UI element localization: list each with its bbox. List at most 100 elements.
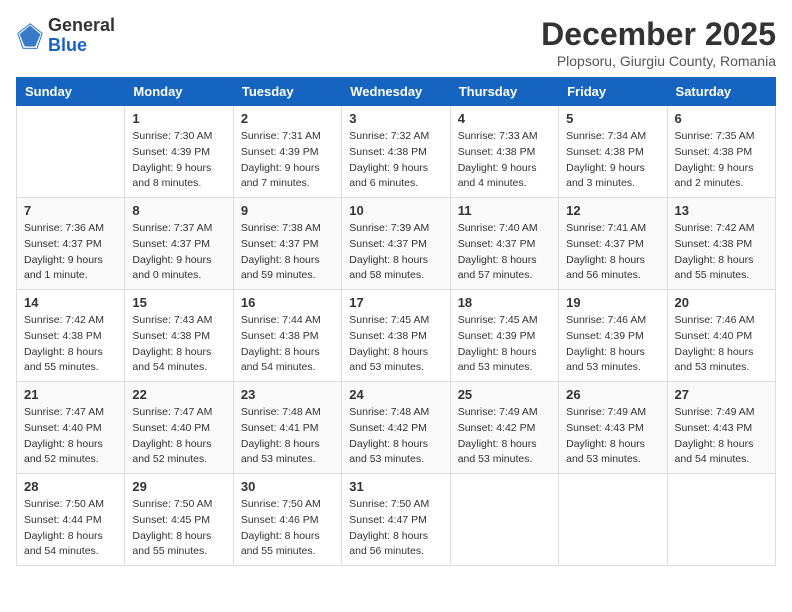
week-row-2: 7 Sunrise: 7:36 AMSunset: 4:37 PMDaylight… [17, 198, 776, 290]
day-number: 18 [458, 295, 551, 310]
day-info: Sunrise: 7:38 AMSunset: 4:37 PMDaylight:… [241, 221, 334, 284]
logo: General Blue [16, 16, 115, 56]
day-info: Sunrise: 7:46 AMSunset: 4:39 PMDaylight:… [566, 313, 659, 376]
weekday-header-saturday: Saturday [667, 78, 775, 106]
day-cell: 30Sunrise: 7:50 AMSunset: 4:46 PMDayligh… [233, 474, 341, 566]
day-number: 19 [566, 295, 659, 310]
day-cell: 6 Sunrise: 7:35 AMSunset: 4:38 PMDaylight… [667, 106, 775, 198]
day-info: Sunrise: 7:50 AMSunset: 4:44 PMDaylight:… [24, 497, 117, 560]
weekday-header-tuesday: Tuesday [233, 78, 341, 106]
day-number: 20 [675, 295, 768, 310]
page-header: General Blue December 2025 Plopsoru, Giu… [16, 16, 776, 69]
day-cell: 27Sunrise: 7:49 AMSunset: 4:43 PMDayligh… [667, 382, 775, 474]
day-number: 17 [349, 295, 442, 310]
day-number: 26 [566, 387, 659, 402]
day-number: 9 [241, 203, 334, 218]
logo-blue-text: Blue [48, 35, 87, 55]
day-number: 15 [132, 295, 225, 310]
day-info: Sunrise: 7:32 AMSunset: 4:38 PMDaylight:… [349, 129, 442, 192]
weekday-header-friday: Friday [559, 78, 667, 106]
day-number: 28 [24, 479, 117, 494]
day-number: 5 [566, 111, 659, 126]
day-info: Sunrise: 7:41 AMSunset: 4:37 PMDaylight:… [566, 221, 659, 284]
week-row-1: 1 Sunrise: 7:30 AMSunset: 4:39 PMDaylight… [17, 106, 776, 198]
day-info: Sunrise: 7:45 AMSunset: 4:39 PMDaylight:… [458, 313, 551, 376]
weekday-header-sunday: Sunday [17, 78, 125, 106]
day-info: Sunrise: 7:49 AMSunset: 4:42 PMDaylight:… [458, 405, 551, 468]
location-subtitle: Plopsoru, Giurgiu County, Romania [541, 53, 776, 69]
day-info: Sunrise: 7:43 AMSunset: 4:38 PMDaylight:… [132, 313, 225, 376]
title-block: December 2025 Plopsoru, Giurgiu County, … [541, 16, 776, 69]
day-cell: 9 Sunrise: 7:38 AMSunset: 4:37 PMDaylight… [233, 198, 341, 290]
day-number: 3 [349, 111, 442, 126]
day-cell: 31 Sunrise: 7:50 AMSunset: 4:47 PMDayligh… [342, 474, 450, 566]
day-cell: 10 Sunrise: 7:39 AMSunset: 4:37 PMDayligh… [342, 198, 450, 290]
day-cell: 21 Sunrise: 7:47 AMSunset: 4:40 PMDayligh… [17, 382, 125, 474]
day-cell: 20 Sunrise: 7:46 AMSunset: 4:40 PMDayligh… [667, 290, 775, 382]
day-info: Sunrise: 7:34 AMSunset: 4:38 PMDaylight:… [566, 129, 659, 192]
day-info: Sunrise: 7:47 AMSunset: 4:40 PMDaylight:… [132, 405, 225, 468]
day-info: Sunrise: 7:35 AMSunset: 4:38 PMDaylight:… [675, 129, 768, 192]
month-year-title: December 2025 [541, 16, 776, 53]
week-row-5: 28 Sunrise: 7:50 AMSunset: 4:44 PMDayligh… [17, 474, 776, 566]
day-cell: 23Sunrise: 7:48 AMSunset: 4:41 PMDayligh… [233, 382, 341, 474]
day-info: Sunrise: 7:33 AMSunset: 4:38 PMDaylight:… [458, 129, 551, 192]
day-cell: 14Sunrise: 7:42 AMSunset: 4:38 PMDayligh… [17, 290, 125, 382]
day-number: 7 [24, 203, 117, 218]
weekday-header-thursday: Thursday [450, 78, 558, 106]
day-cell [17, 106, 125, 198]
week-row-4: 21 Sunrise: 7:47 AMSunset: 4:40 PMDayligh… [17, 382, 776, 474]
calendar-table: SundayMondayTuesdayWednesdayThursdayFrid… [16, 77, 776, 566]
day-info: Sunrise: 7:49 AMSunset: 4:43 PMDaylight:… [675, 405, 768, 468]
day-cell: 24Sunrise: 7:48 AMSunset: 4:42 PMDayligh… [342, 382, 450, 474]
logo-general-text: General [48, 15, 115, 35]
week-row-3: 14Sunrise: 7:42 AMSunset: 4:38 PMDayligh… [17, 290, 776, 382]
weekday-header-wednesday: Wednesday [342, 78, 450, 106]
day-info: Sunrise: 7:47 AMSunset: 4:40 PMDaylight:… [24, 405, 117, 468]
day-cell: 7 Sunrise: 7:36 AMSunset: 4:37 PMDaylight… [17, 198, 125, 290]
weekday-header-monday: Monday [125, 78, 233, 106]
day-cell [450, 474, 558, 566]
day-info: Sunrise: 7:37 AMSunset: 4:37 PMDaylight:… [132, 221, 225, 284]
day-cell [667, 474, 775, 566]
day-cell: 5 Sunrise: 7:34 AMSunset: 4:38 PMDaylight… [559, 106, 667, 198]
day-cell: 18 Sunrise: 7:45 AMSunset: 4:39 PMDayligh… [450, 290, 558, 382]
day-number: 8 [132, 203, 225, 218]
day-cell: 29Sunrise: 7:50 AMSunset: 4:45 PMDayligh… [125, 474, 233, 566]
day-cell: 2 Sunrise: 7:31 AMSunset: 4:39 PMDaylight… [233, 106, 341, 198]
day-info: Sunrise: 7:50 AMSunset: 4:47 PMDaylight:… [349, 497, 442, 560]
day-info: Sunrise: 7:46 AMSunset: 4:40 PMDaylight:… [675, 313, 768, 376]
day-number: 2 [241, 111, 334, 126]
day-cell: 26 Sunrise: 7:49 AMSunset: 4:43 PMDayligh… [559, 382, 667, 474]
day-number: 12 [566, 203, 659, 218]
day-number: 11 [458, 203, 551, 218]
day-number: 23 [241, 387, 334, 402]
day-cell: 25Sunrise: 7:49 AMSunset: 4:42 PMDayligh… [450, 382, 558, 474]
day-info: Sunrise: 7:50 AMSunset: 4:45 PMDaylight:… [132, 497, 225, 560]
day-cell [559, 474, 667, 566]
day-info: Sunrise: 7:31 AMSunset: 4:39 PMDaylight:… [241, 129, 334, 192]
day-cell: 22 Sunrise: 7:47 AMSunset: 4:40 PMDayligh… [125, 382, 233, 474]
day-number: 22 [132, 387, 225, 402]
day-cell: 8 Sunrise: 7:37 AMSunset: 4:37 PMDaylight… [125, 198, 233, 290]
day-info: Sunrise: 7:45 AMSunset: 4:38 PMDaylight:… [349, 313, 442, 376]
day-info: Sunrise: 7:30 AMSunset: 4:39 PMDaylight:… [132, 129, 225, 192]
logo-icon [16, 22, 44, 50]
weekday-header-row: SundayMondayTuesdayWednesdayThursdayFrid… [17, 78, 776, 106]
day-number: 21 [24, 387, 117, 402]
day-info: Sunrise: 7:49 AMSunset: 4:43 PMDaylight:… [566, 405, 659, 468]
day-number: 10 [349, 203, 442, 218]
day-number: 30 [241, 479, 334, 494]
day-number: 31 [349, 479, 442, 494]
day-info: Sunrise: 7:36 AMSunset: 4:37 PMDaylight:… [24, 221, 117, 284]
day-number: 16 [241, 295, 334, 310]
day-cell: 11Sunrise: 7:40 AMSunset: 4:37 PMDayligh… [450, 198, 558, 290]
day-number: 6 [675, 111, 768, 126]
day-cell: 4Sunrise: 7:33 AMSunset: 4:38 PMDaylight… [450, 106, 558, 198]
day-cell: 16Sunrise: 7:44 AMSunset: 4:38 PMDayligh… [233, 290, 341, 382]
day-number: 1 [132, 111, 225, 126]
day-info: Sunrise: 7:39 AMSunset: 4:37 PMDaylight:… [349, 221, 442, 284]
day-cell: 17 Sunrise: 7:45 AMSunset: 4:38 PMDayligh… [342, 290, 450, 382]
day-number: 13 [675, 203, 768, 218]
day-info: Sunrise: 7:42 AMSunset: 4:38 PMDaylight:… [24, 313, 117, 376]
